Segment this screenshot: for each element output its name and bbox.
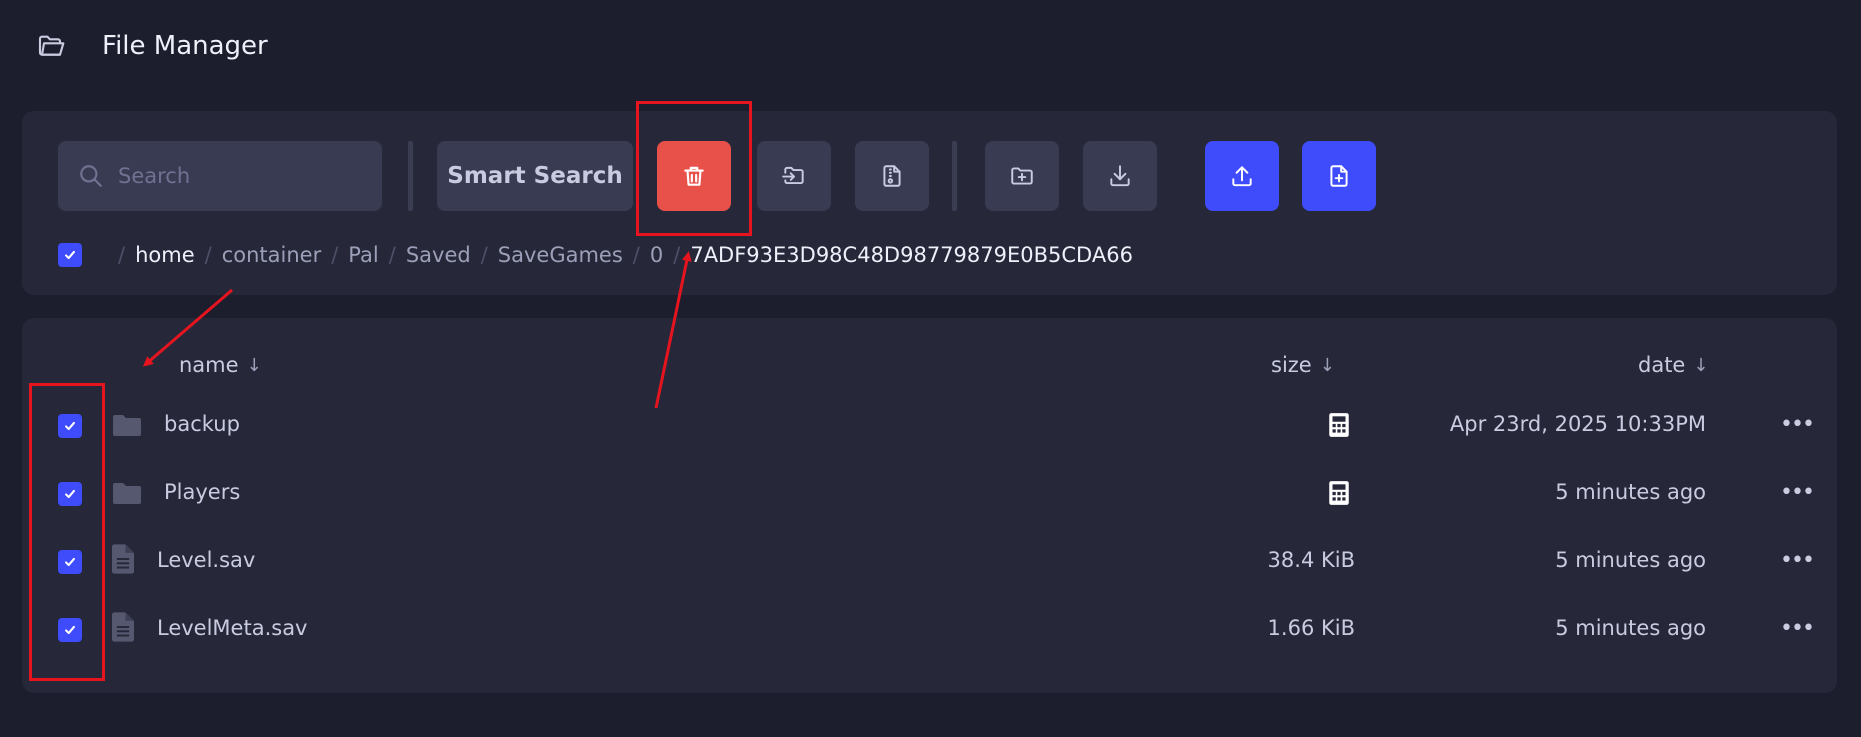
breadcrumb-separator: /	[204, 243, 212, 267]
file-name[interactable]: Players	[164, 480, 240, 504]
column-header-size-label: size	[1271, 353, 1312, 377]
more-options-icon[interactable]: •••	[1780, 412, 1815, 437]
breadcrumb-separator: /	[480, 243, 488, 267]
file-date: 5 minutes ago	[1555, 480, 1706, 504]
search-icon	[80, 165, 102, 187]
row-checkbox[interactable]	[58, 482, 82, 506]
breadcrumb-separator: /	[331, 243, 339, 267]
more-options-icon[interactable]: •••	[1780, 480, 1815, 505]
toolbar-divider	[408, 141, 413, 211]
breadcrumb-separator: /	[388, 243, 396, 267]
table-row[interactable]: LevelMeta.sav 1.66 KiB 5 minutes ago •••	[22, 596, 1837, 664]
search-input[interactable]	[118, 164, 358, 188]
column-header-name-label: name	[179, 353, 239, 377]
upload-icon	[1232, 166, 1252, 187]
more-options-icon[interactable]: •••	[1780, 616, 1815, 641]
breadcrumb-separator: /	[673, 243, 681, 267]
delete-button[interactable]	[657, 141, 731, 211]
file-date: 5 minutes ago	[1555, 616, 1706, 640]
check-icon	[65, 250, 75, 260]
check-icon	[65, 421, 75, 431]
move-button[interactable]	[757, 141, 831, 211]
upload-button[interactable]	[1205, 141, 1279, 211]
check-icon	[65, 625, 75, 635]
table-row[interactable]: backup Apr 23rd, 2025 10:33PM •••	[22, 392, 1837, 460]
app-header: File Manager	[36, 26, 268, 66]
table-row[interactable]: Players 5 minutes ago •••	[22, 460, 1837, 528]
new-file-button[interactable]	[1302, 141, 1376, 211]
more-options-icon[interactable]: •••	[1780, 548, 1815, 573]
calculator-icon[interactable]	[1327, 480, 1351, 506]
breadcrumb: / home / container / Pal / Saved / SaveG…	[58, 239, 1133, 271]
sort-arrow-icon: ↓	[1319, 354, 1335, 376]
column-header-date-label: date	[1638, 353, 1686, 377]
table-row[interactable]: Level.sav 38.4 KiB 5 minutes ago •••	[22, 528, 1837, 596]
download-button[interactable]	[1083, 141, 1157, 211]
check-icon	[65, 489, 75, 499]
column-header-size[interactable]: size ↓	[1271, 353, 1335, 377]
file-plus-icon	[1330, 165, 1348, 187]
folder-plus-icon	[1011, 167, 1033, 185]
toolbar-divider	[952, 141, 957, 211]
new-folder-button[interactable]	[985, 141, 1059, 211]
download-icon	[1110, 165, 1130, 187]
check-icon	[65, 557, 75, 567]
folder-open-icon	[38, 35, 65, 56]
breadcrumb-item-current[interactable]: 7ADF93E3D98C48D98779879E0B5CDA66	[690, 243, 1133, 267]
select-all-checkbox[interactable]	[58, 243, 82, 267]
move-icon	[782, 166, 804, 185]
breadcrumb-path: / home / container / Pal / Saved / SaveG…	[108, 243, 1133, 267]
toolbar-panel: Smart Search	[22, 111, 1837, 295]
breadcrumb-separator: /	[118, 243, 126, 267]
breadcrumb-item-home[interactable]: home	[135, 243, 195, 267]
breadcrumb-item-saved[interactable]: Saved	[406, 243, 471, 267]
column-header-date[interactable]: date ↓	[1638, 353, 1708, 377]
search-box[interactable]	[58, 141, 382, 211]
file-size: 1.66 KiB	[1267, 616, 1355, 640]
file-name[interactable]: backup	[164, 412, 240, 436]
file-list-panel: name ↓ size ↓ date ↓ backup Apr 23rd, 20…	[22, 318, 1837, 693]
file-text-icon	[112, 612, 134, 642]
breadcrumb-item-pal[interactable]: Pal	[348, 243, 378, 267]
sort-arrow-icon: ↓	[1693, 354, 1709, 376]
archive-icon	[883, 165, 901, 187]
archive-button[interactable]	[855, 141, 929, 211]
file-date: 5 minutes ago	[1555, 548, 1706, 572]
file-size: 38.4 KiB	[1267, 548, 1355, 572]
breadcrumb-item-0[interactable]: 0	[650, 243, 663, 267]
trash-icon	[684, 166, 704, 186]
smart-search-button[interactable]: Smart Search	[437, 141, 633, 211]
file-text-icon	[112, 544, 134, 574]
breadcrumb-item-container[interactable]: container	[222, 243, 322, 267]
calculator-icon[interactable]	[1327, 412, 1351, 438]
breadcrumb-item-savegames[interactable]: SaveGames	[498, 243, 623, 267]
folder-icon	[113, 415, 141, 436]
file-name[interactable]: Level.sav	[157, 548, 255, 572]
row-checkbox[interactable]	[58, 414, 82, 438]
column-header-name[interactable]: name ↓	[179, 353, 262, 377]
file-date: Apr 23rd, 2025 10:33PM	[1449, 412, 1706, 436]
file-name[interactable]: LevelMeta.sav	[157, 616, 308, 640]
breadcrumb-separator: /	[632, 243, 640, 267]
row-checkbox[interactable]	[58, 618, 82, 642]
row-checkbox[interactable]	[58, 550, 82, 574]
page-title: File Manager	[102, 31, 268, 61]
folder-icon	[113, 483, 141, 504]
sort-arrow-icon: ↓	[246, 354, 262, 376]
